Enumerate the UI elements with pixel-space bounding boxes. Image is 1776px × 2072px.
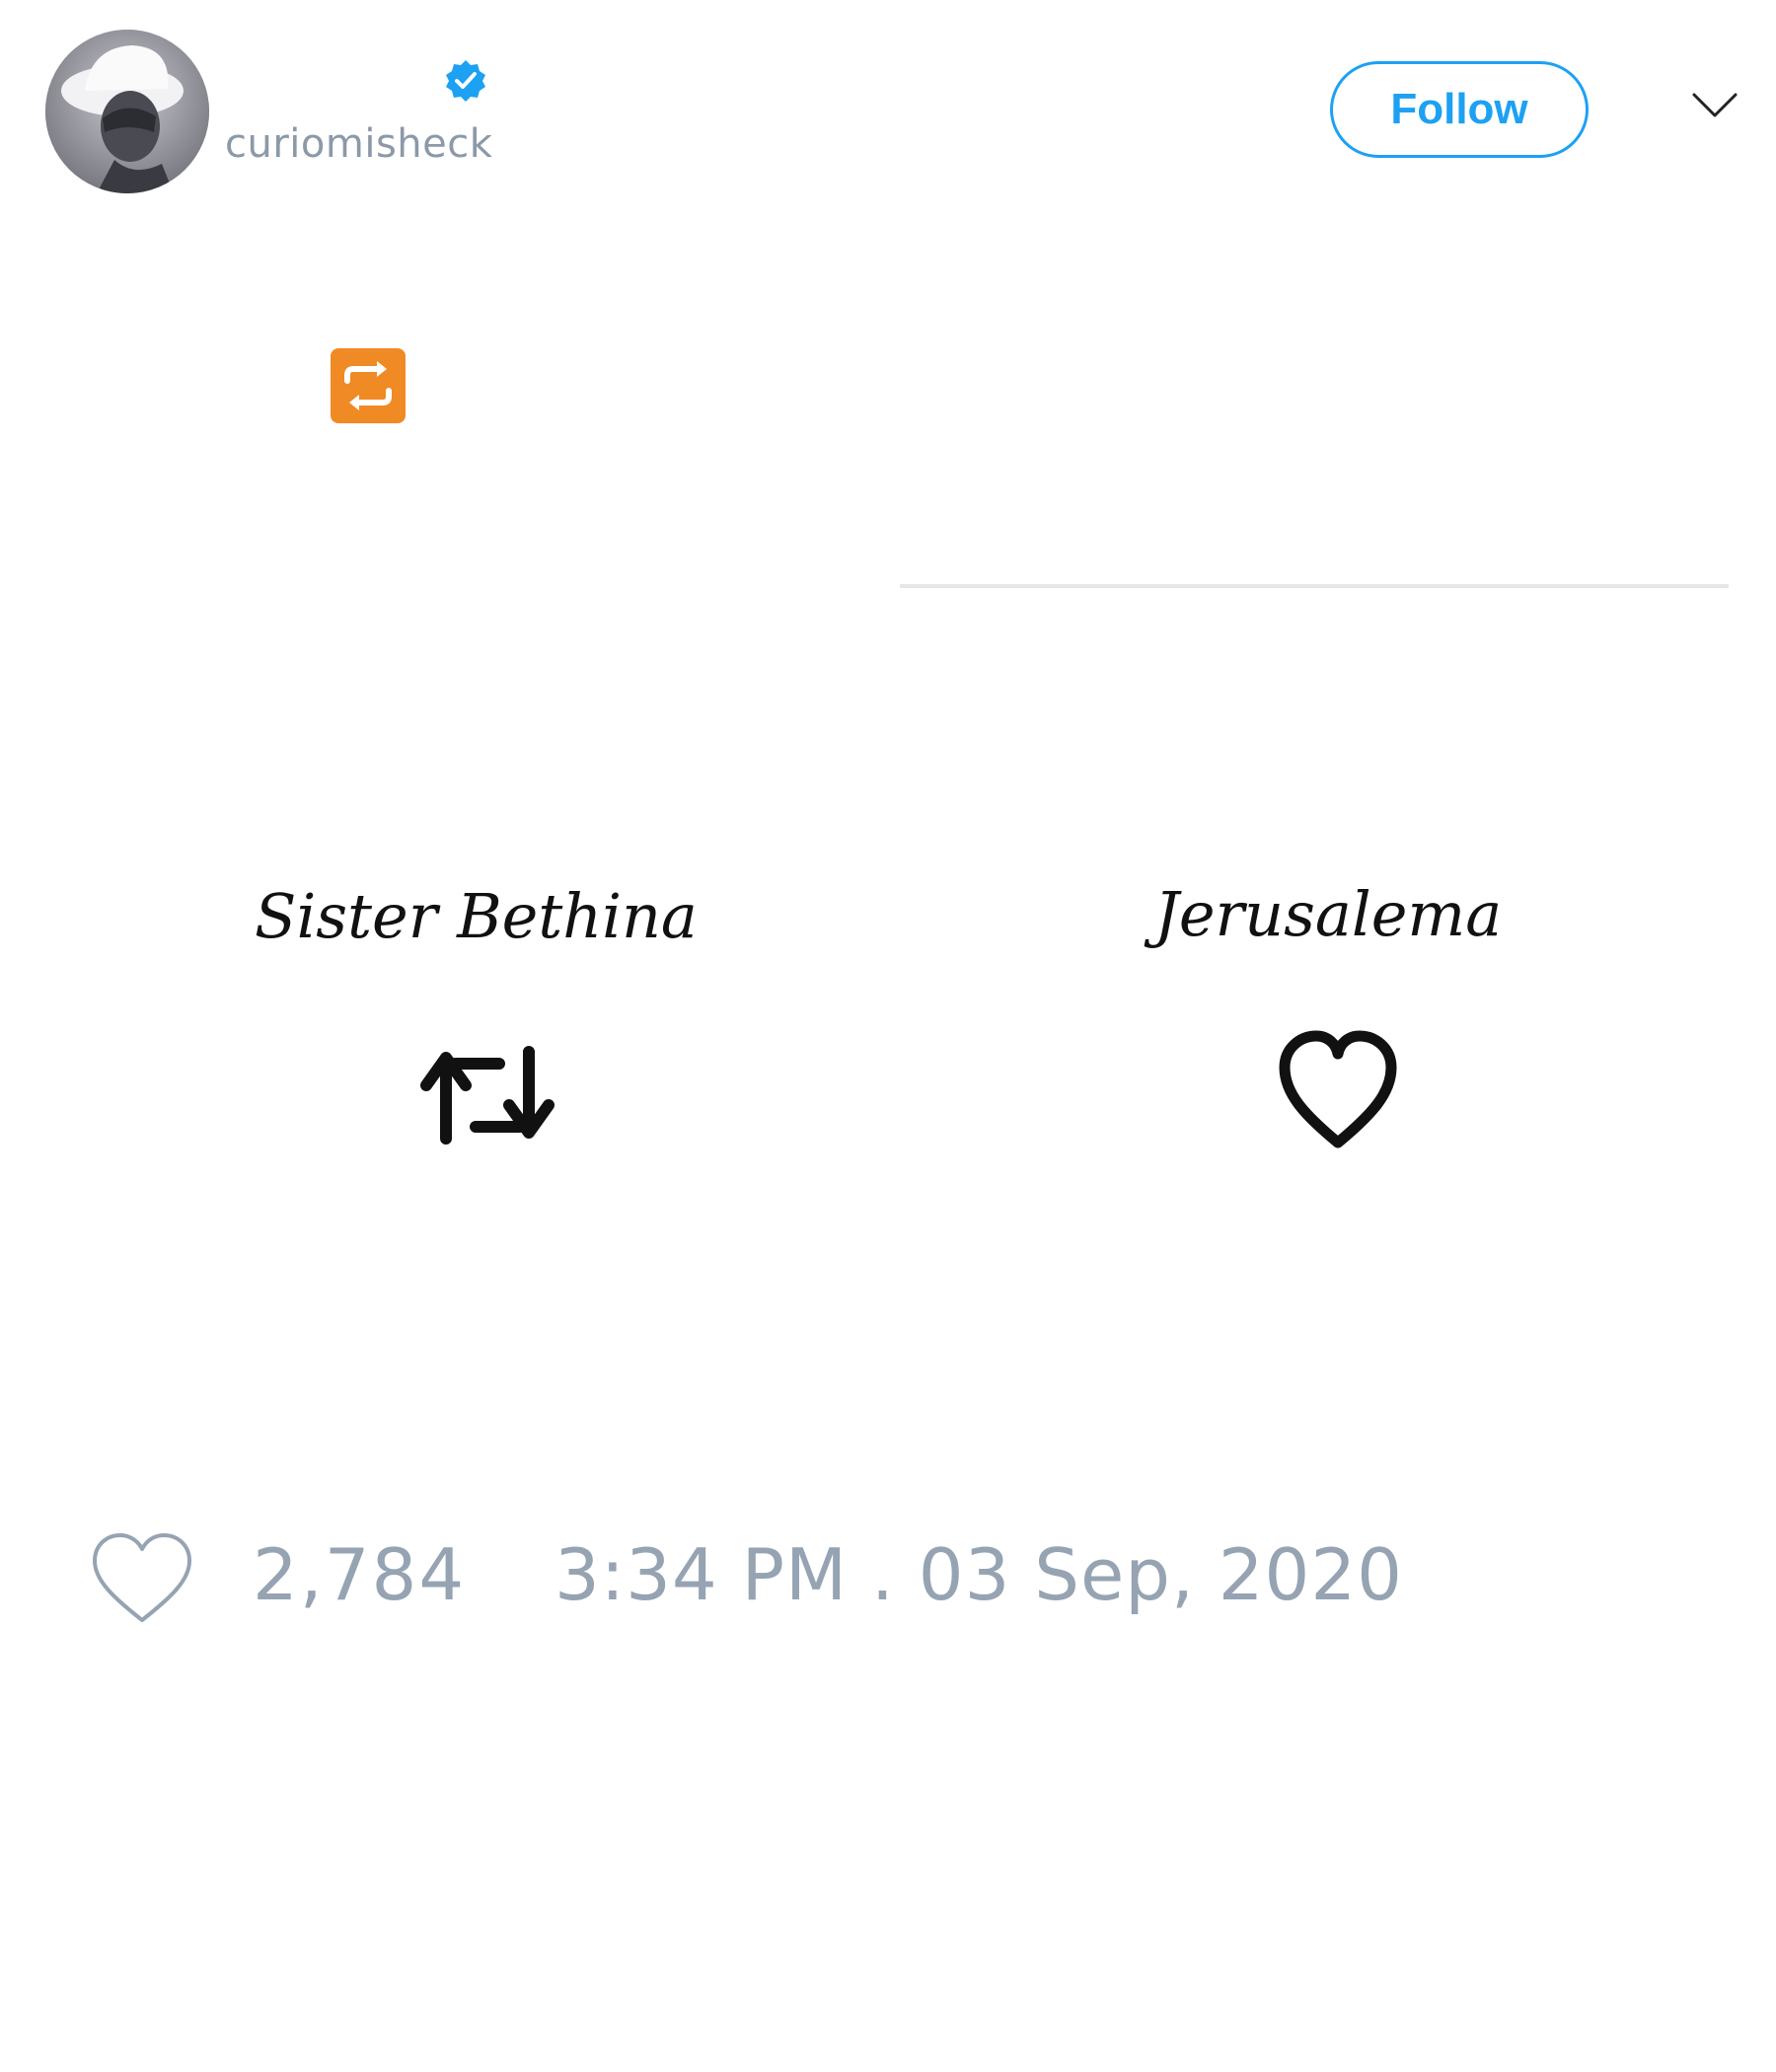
media-label-left: Sister Bethina: [255, 880, 698, 952]
heart-icon: [1275, 1028, 1401, 1152]
media-label-right: Jerusalema: [1154, 878, 1503, 950]
avatar-photo: [45, 30, 209, 193]
like-heart-icon[interactable]: [89, 1529, 195, 1626]
verified-badge-icon: [443, 58, 488, 104]
like-count[interactable]: 2,784: [253, 1539, 466, 1610]
follow-button[interactable]: Follow: [1330, 61, 1589, 158]
chevron-down-icon[interactable]: [1691, 91, 1739, 120]
retweet-icon: [418, 1044, 556, 1147]
user-handle[interactable]: curiomisheck: [225, 124, 492, 164]
avatar[interactable]: [45, 30, 209, 193]
repeat-emoji-icon: [330, 347, 407, 424]
tweet-timestamp[interactable]: 3:34 PM . 03 Sep, 2020: [555, 1539, 1403, 1610]
media-divider: [900, 584, 1729, 588]
